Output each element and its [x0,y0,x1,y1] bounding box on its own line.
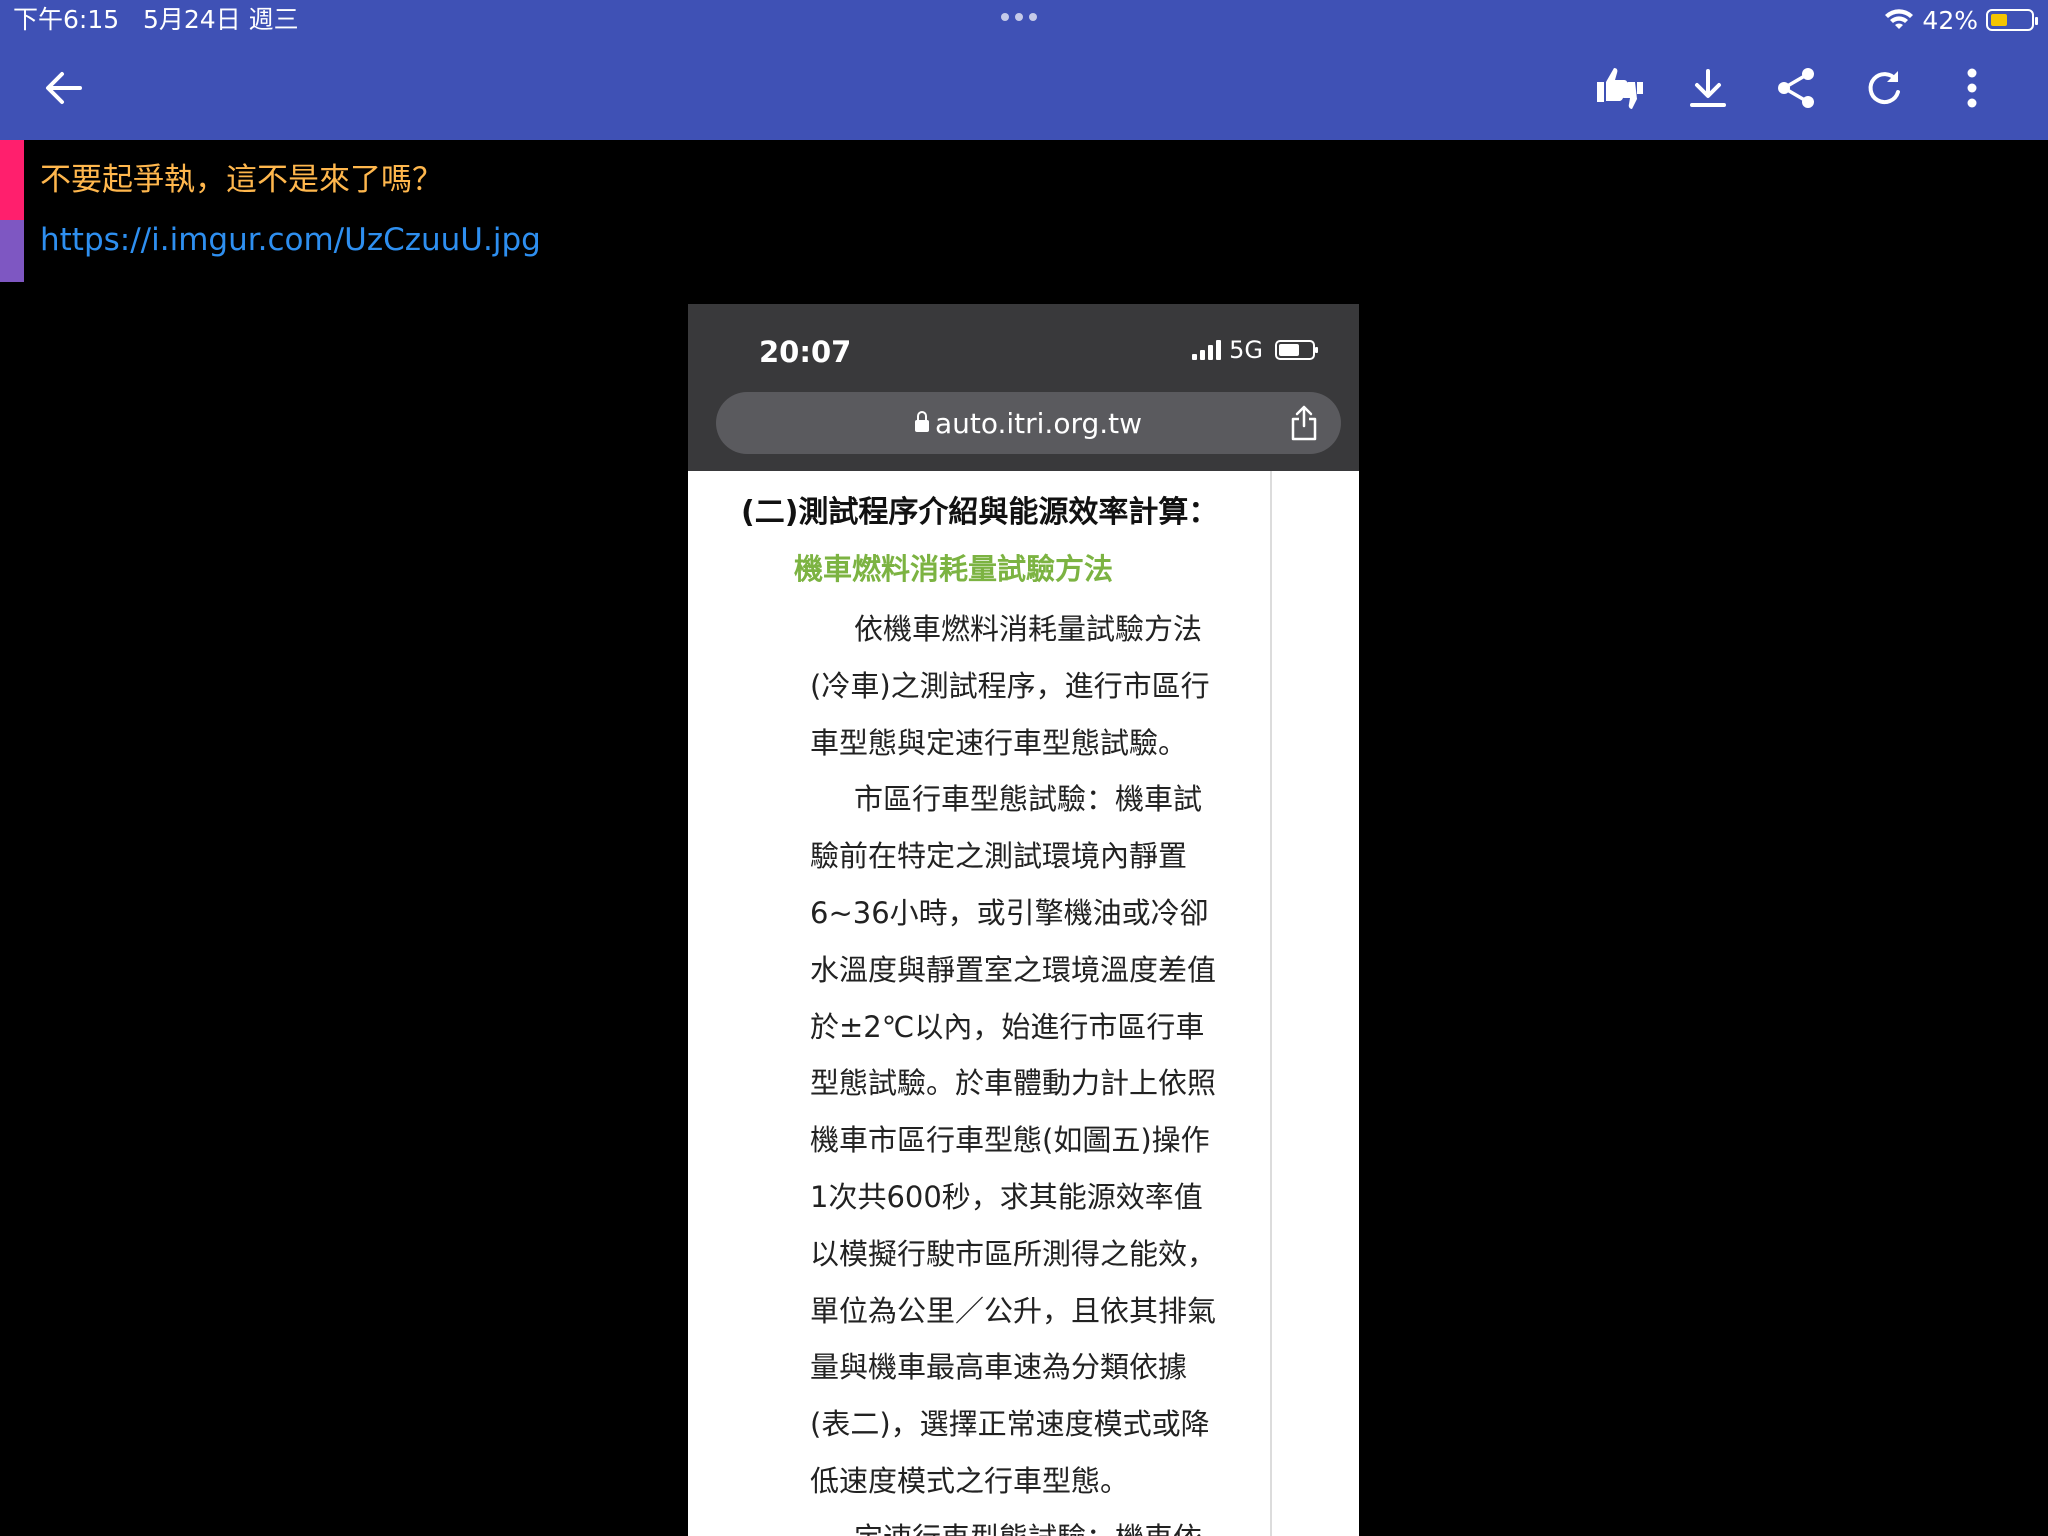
arrow-left-icon [46,72,82,104]
more-vert-icon [1967,68,1977,108]
body-line: 1次共600秒，求其能源效率值 [810,1179,1203,1214]
download-icon [1690,69,1726,107]
cellular-signal-icon [1192,340,1222,360]
rate-button[interactable] [1590,58,1650,118]
top-bar: 下午6:15 5月24日 週三 42% [0,0,2048,140]
embedded-battery-icon [1275,340,1318,360]
body-line: 6~36小時，或引擎機油或冷卻 [810,895,1209,930]
battery-percent: 42% [1922,5,1978,35]
status-right: 42% [1884,4,2038,36]
embedded-network-label: 5G [1229,336,1263,364]
status-date: 5月24日 週三 [142,5,299,34]
download-button[interactable] [1678,58,1738,118]
refresh-button[interactable] [1854,58,1914,118]
document-right-margin [1272,471,1359,1536]
image-link[interactable]: https://i.imgur.com/UzCzuuU.jpg [40,220,541,260]
body-line: 以模擬行駛市區所測得之能效， [810,1236,1217,1271]
document-subheading: 機車燃料消耗量試驗方法 [794,552,1114,586]
quote-text: 不要起爭執，這不是來了嗎？ [40,162,443,198]
embedded-status-time: 20:07 [759,335,852,369]
body-line: 驗前在特定之測試環境內靜置 [810,839,1188,874]
body-line: 低速度模式之行車型態。 [810,1463,1130,1498]
embedded-status-icons: 5G [1192,336,1318,364]
back-button[interactable] [34,58,94,118]
embedded-url-bar: auto.itri.org.tw [716,392,1341,454]
body-line: 機車市區行車型態(如圖五)操作 [810,1123,1210,1158]
lock-icon [914,411,929,432]
multitasking-dots[interactable] [1001,13,1037,21]
body-line: 定速行車型態試驗：機車依 [810,1510,1250,1536]
share-button[interactable] [1766,58,1826,118]
body-line: 市區行車型態試驗：機車試 [854,782,1203,817]
app-window: 下午6:15 5月24日 週三 42% 不要起爭執，這不是來了嗎？ https:… [0,0,2048,1536]
thumbs-up-down-icon [1597,68,1643,109]
embedded-document: (二)測試程序介紹與能源效率計算： 機車燃料消耗量試驗方法 依機車燃料消耗量試驗… [688,471,1270,1536]
status-time: 下午6:15 [13,5,120,34]
document-body: 依機車燃料消耗量試驗方法 (冷車)之測試程序，進行市區行 車型態與定速行車型態試… [810,601,1250,1536]
link-accent-bar [0,220,24,282]
wifi-icon [1885,9,1914,29]
body-line: 於±2℃以內，始進行市區行車 [810,1009,1205,1044]
battery-icon [1986,9,2038,31]
more-options-button[interactable] [1942,58,2002,118]
refresh-icon [1868,71,1900,105]
body-line: 水溫度與靜置室之環境溫度差值 [810,952,1217,987]
body-line: 車型態與定速行車型態試驗。 [810,725,1188,760]
body-line: 型態試驗。於車體動力計上依照 [810,1066,1217,1101]
embedded-url-text: auto.itri.org.tw [934,406,1143,440]
status-time-date: 下午6:15 5月24日 週三 [13,4,299,36]
body-line: 量與機車最高車速為分類依據 [810,1350,1188,1385]
document-heading: (二)測試程序介紹與能源效率計算： [741,495,1219,530]
quote-accent-bar [0,140,24,220]
embedded-browser-header: 20:07 5G auto.itri.org.tw [688,304,1359,471]
body-line: 單位為公里／公升，且依其排氣 [810,1293,1217,1328]
embedded-screenshot[interactable]: 20:07 5G auto.itri.org.tw (二)測試程序介紹與能源效率… [688,304,1359,1536]
share-icon [1778,68,1814,108]
body-line: (冷車)之測試程序，進行市區行 [810,668,1210,703]
ios-share-icon [1291,405,1317,441]
body-line: 依機車燃料消耗量試驗方法 [854,612,1203,646]
body-line: (表二)，選擇正常速度模式或降 [810,1407,1210,1442]
